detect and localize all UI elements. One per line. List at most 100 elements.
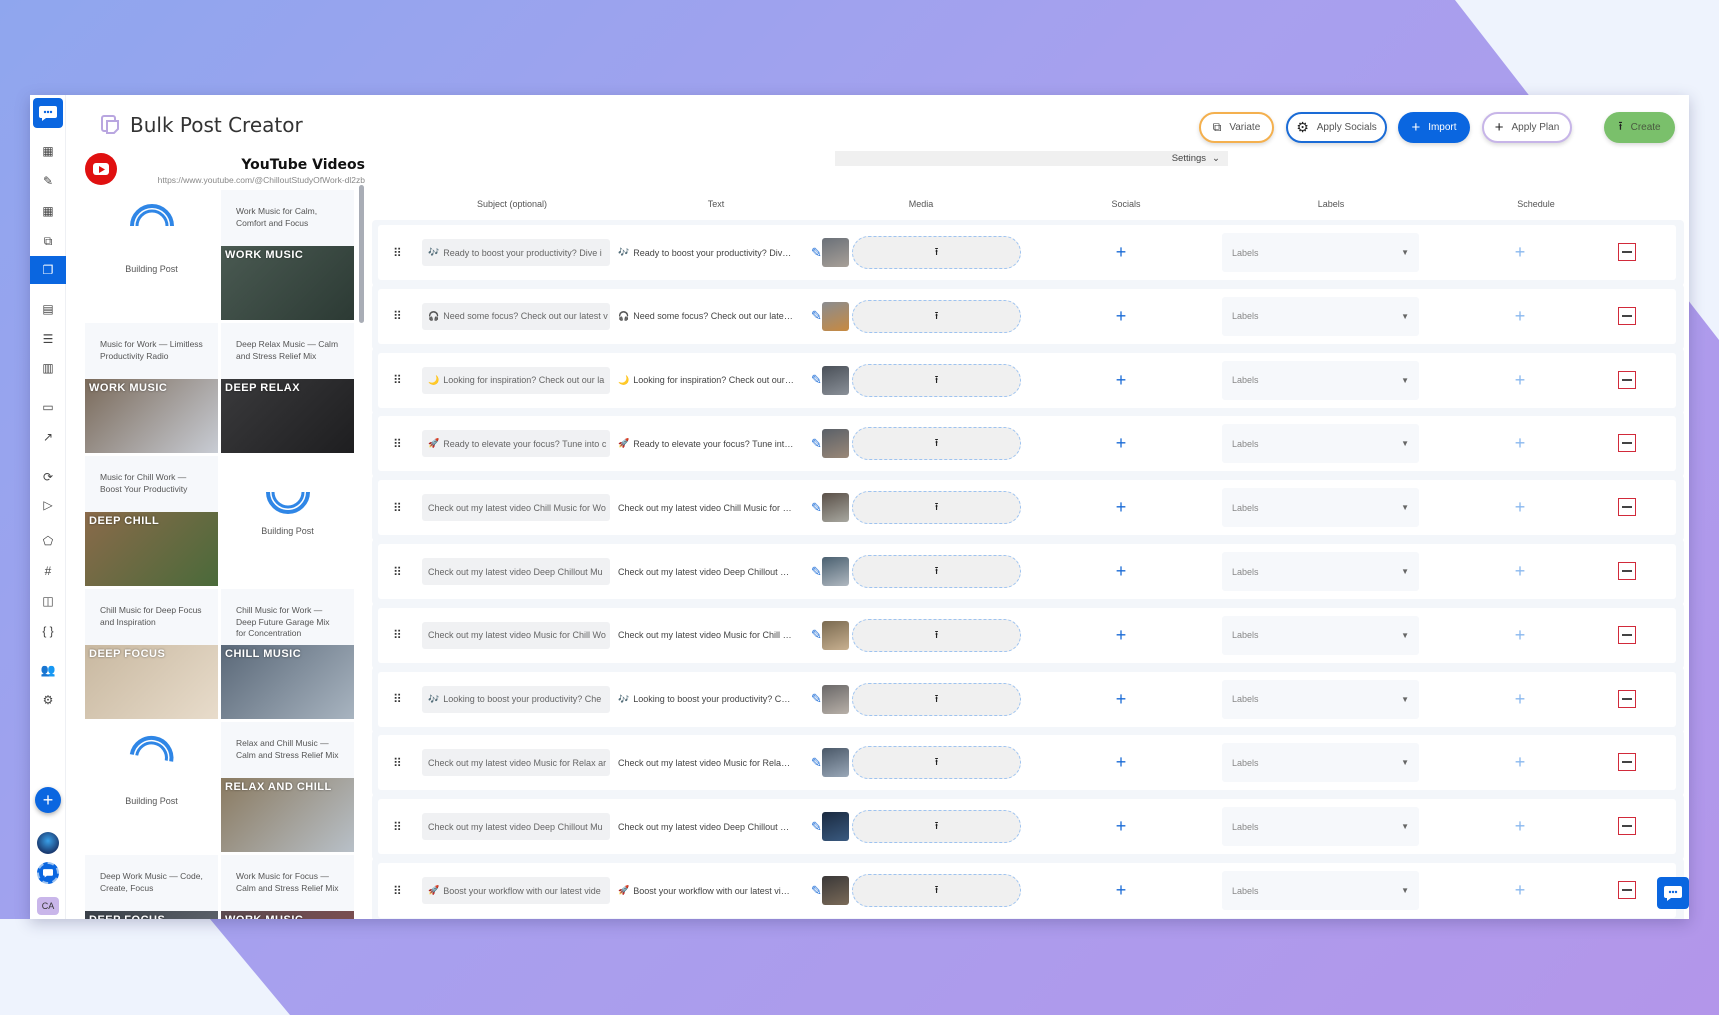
media-thumbnail[interactable] [822,238,849,267]
media-thumbnail[interactable] [822,876,849,905]
add-social-button[interactable]: + [1112,608,1130,663]
subject-input[interactable]: 🌙 Looking for inspiration? Check out our … [422,366,610,394]
post-text[interactable]: Check out my latest video Deep Chillout … [618,799,794,854]
media-upload-dropzone[interactable]: ⭱ [852,746,1021,780]
sidebar-item-labels[interactable]: ⬠ [30,528,66,554]
media-upload-dropzone[interactable]: ⭱ [852,555,1021,588]
remove-row-button[interactable] [1618,498,1636,517]
media-upload-dropzone[interactable]: ⭱ [852,491,1021,525]
post-text[interactable]: Check out my latest video Music for Rela… [618,735,794,790]
edit-text-pencil-icon[interactable]: ✎ [811,608,822,663]
media-upload-dropzone[interactable]: ⭱ [852,874,1021,907]
media-thumbnail[interactable] [822,301,849,331]
remove-row-button[interactable] [1618,434,1636,453]
post-text[interactable]: 🎶 Ready to boost your productivity? Dive … [618,225,794,280]
video-tile[interactable]: Chill Music for Deep Focus and Inspirati… [85,589,218,719]
edit-text-pencil-icon[interactable]: ✎ [811,672,822,727]
edit-text-pencil-icon[interactable]: ✎ [811,480,822,535]
drag-handle-icon[interactable]: ⠿ [393,225,402,280]
subject-input[interactable]: Check out my latest video Music for Chil… [422,621,610,649]
apply-socials-button[interactable]: ⚙ Apply Socials [1286,112,1387,143]
remove-row-button[interactable] [1618,306,1636,325]
chat-account-avatar[interactable] [37,862,59,884]
labels-select[interactable]: Labels ▼ [1222,233,1419,272]
add-schedule-button[interactable]: + [1511,608,1529,663]
post-text[interactable]: Check out my latest video Deep Chillout … [618,544,794,599]
drag-handle-icon[interactable]: ⠿ [393,416,402,471]
sidebar-item-play[interactable]: ▷ [30,492,66,518]
media-thumbnail[interactable] [822,365,849,395]
sidebar-item-media-library[interactable]: ⧉ [30,228,66,254]
account-avatar[interactable] [37,832,59,854]
remove-row-button[interactable] [1618,625,1636,644]
subject-input[interactable]: Check out my latest video Deep Chillout … [422,558,610,585]
edit-text-pencil-icon[interactable]: ✎ [811,863,822,918]
video-tile[interactable]: Work Music for Focus — Calm and Stress R… [221,855,354,919]
media-thumbnail[interactable] [822,429,849,459]
media-upload-dropzone[interactable]: ⭱ [852,427,1021,461]
drag-handle-icon[interactable]: ⠿ [393,799,402,854]
sidebar-item-analytics[interactable]: ↗ [30,424,66,450]
settings-toggle[interactable]: Settings ⌄ [835,151,1228,166]
remove-row-button[interactable] [1618,243,1636,261]
media-upload-dropzone[interactable]: ⭱ [852,299,1021,333]
media-thumbnail[interactable] [822,812,849,842]
subject-input[interactable]: 🎶 Ready to boost your productivity? Dive … [422,239,610,266]
sidebar-item-team[interactable]: 👥 [30,657,66,683]
labels-select[interactable]: Labels ▼ [1222,424,1419,464]
create-button[interactable]: ⭱ Create [1604,112,1675,143]
media-upload-dropzone[interactable]: ⭱ [852,682,1021,716]
media-thumbnail[interactable] [822,620,849,650]
sidebar-item-compose[interactable]: ✎ [30,168,66,194]
add-social-button[interactable]: + [1112,544,1130,599]
subject-input[interactable]: Check out my latest video Music for Rela… [422,749,610,777]
video-tile[interactable]: Relax and Chill Music — Calm and Stress … [221,722,354,852]
apply-plan-button[interactable]: + Apply Plan [1482,112,1572,143]
drag-handle-icon[interactable]: ⠿ [393,672,402,727]
media-thumbnail[interactable] [822,748,849,778]
labels-select[interactable]: Labels ▼ [1222,743,1419,783]
edit-text-pencil-icon[interactable]: ✎ [811,289,822,344]
labels-select[interactable]: Labels ▼ [1222,871,1419,910]
building-post-tile[interactable]: Building Post [221,456,354,586]
add-schedule-button[interactable]: + [1511,353,1529,408]
post-text[interactable]: 🚀 Ready to elevate your focus? Tune into … [618,416,794,471]
add-schedule-button[interactable]: + [1511,735,1529,790]
add-social-button[interactable]: + [1112,416,1130,471]
sidebar-item-columns[interactable]: ▥ [30,355,66,381]
app-logo[interactable] [33,98,63,128]
drag-handle-icon[interactable]: ⠿ [393,735,402,790]
sidebar-item-hashtags[interactable]: # [30,558,66,584]
add-schedule-button[interactable]: + [1511,289,1529,344]
edit-text-pencil-icon[interactable]: ✎ [811,353,822,408]
edit-text-pencil-icon[interactable]: ✎ [811,544,822,599]
sidebar-item-bulk-post-creator[interactable]: ❐ [30,256,66,284]
building-post-tile[interactable]: Building Post [85,722,218,852]
labels-select[interactable]: Labels ▼ [1222,615,1419,655]
subject-input[interactable]: 🎶 Looking to boost your productivity? Che [422,685,610,713]
add-social-button[interactable]: + [1112,735,1130,790]
sidebar-item-layout[interactable]: ◫ [30,588,66,614]
sidebar-item-recycle[interactable]: ⟳ [30,464,66,490]
import-button[interactable]: + Import [1398,112,1470,143]
media-upload-dropzone[interactable]: ⭱ [852,810,1021,844]
video-grid-scrollbar[interactable] [359,185,364,323]
edit-text-pencil-icon[interactable]: ✎ [811,416,822,471]
remove-row-button[interactable] [1618,562,1636,580]
add-social-button[interactable]: + [1112,799,1130,854]
post-text[interactable]: 🎧 Need some focus? Check out our latest .… [618,289,794,344]
media-thumbnail[interactable] [822,493,849,523]
add-schedule-button[interactable]: + [1511,225,1529,280]
labels-select[interactable]: Labels ▼ [1222,807,1419,847]
labels-select[interactable]: Labels ▼ [1222,552,1419,591]
labels-select[interactable]: Labels ▼ [1222,488,1419,528]
add-social-button[interactable]: + [1112,225,1130,280]
add-social-button[interactable]: + [1112,353,1130,408]
add-schedule-button[interactable]: + [1511,863,1529,918]
drag-handle-icon[interactable]: ⠿ [393,353,402,408]
user-avatar[interactable]: CA [37,897,59,915]
media-thumbnail[interactable] [822,557,849,586]
add-button[interactable]: + [35,787,61,813]
youtube-channel-url[interactable]: https://www.youtube.com/@ChilloutStudyOf… [158,175,365,185]
post-text[interactable]: 🎶 Looking to boost your productivity? Che… [618,672,794,727]
